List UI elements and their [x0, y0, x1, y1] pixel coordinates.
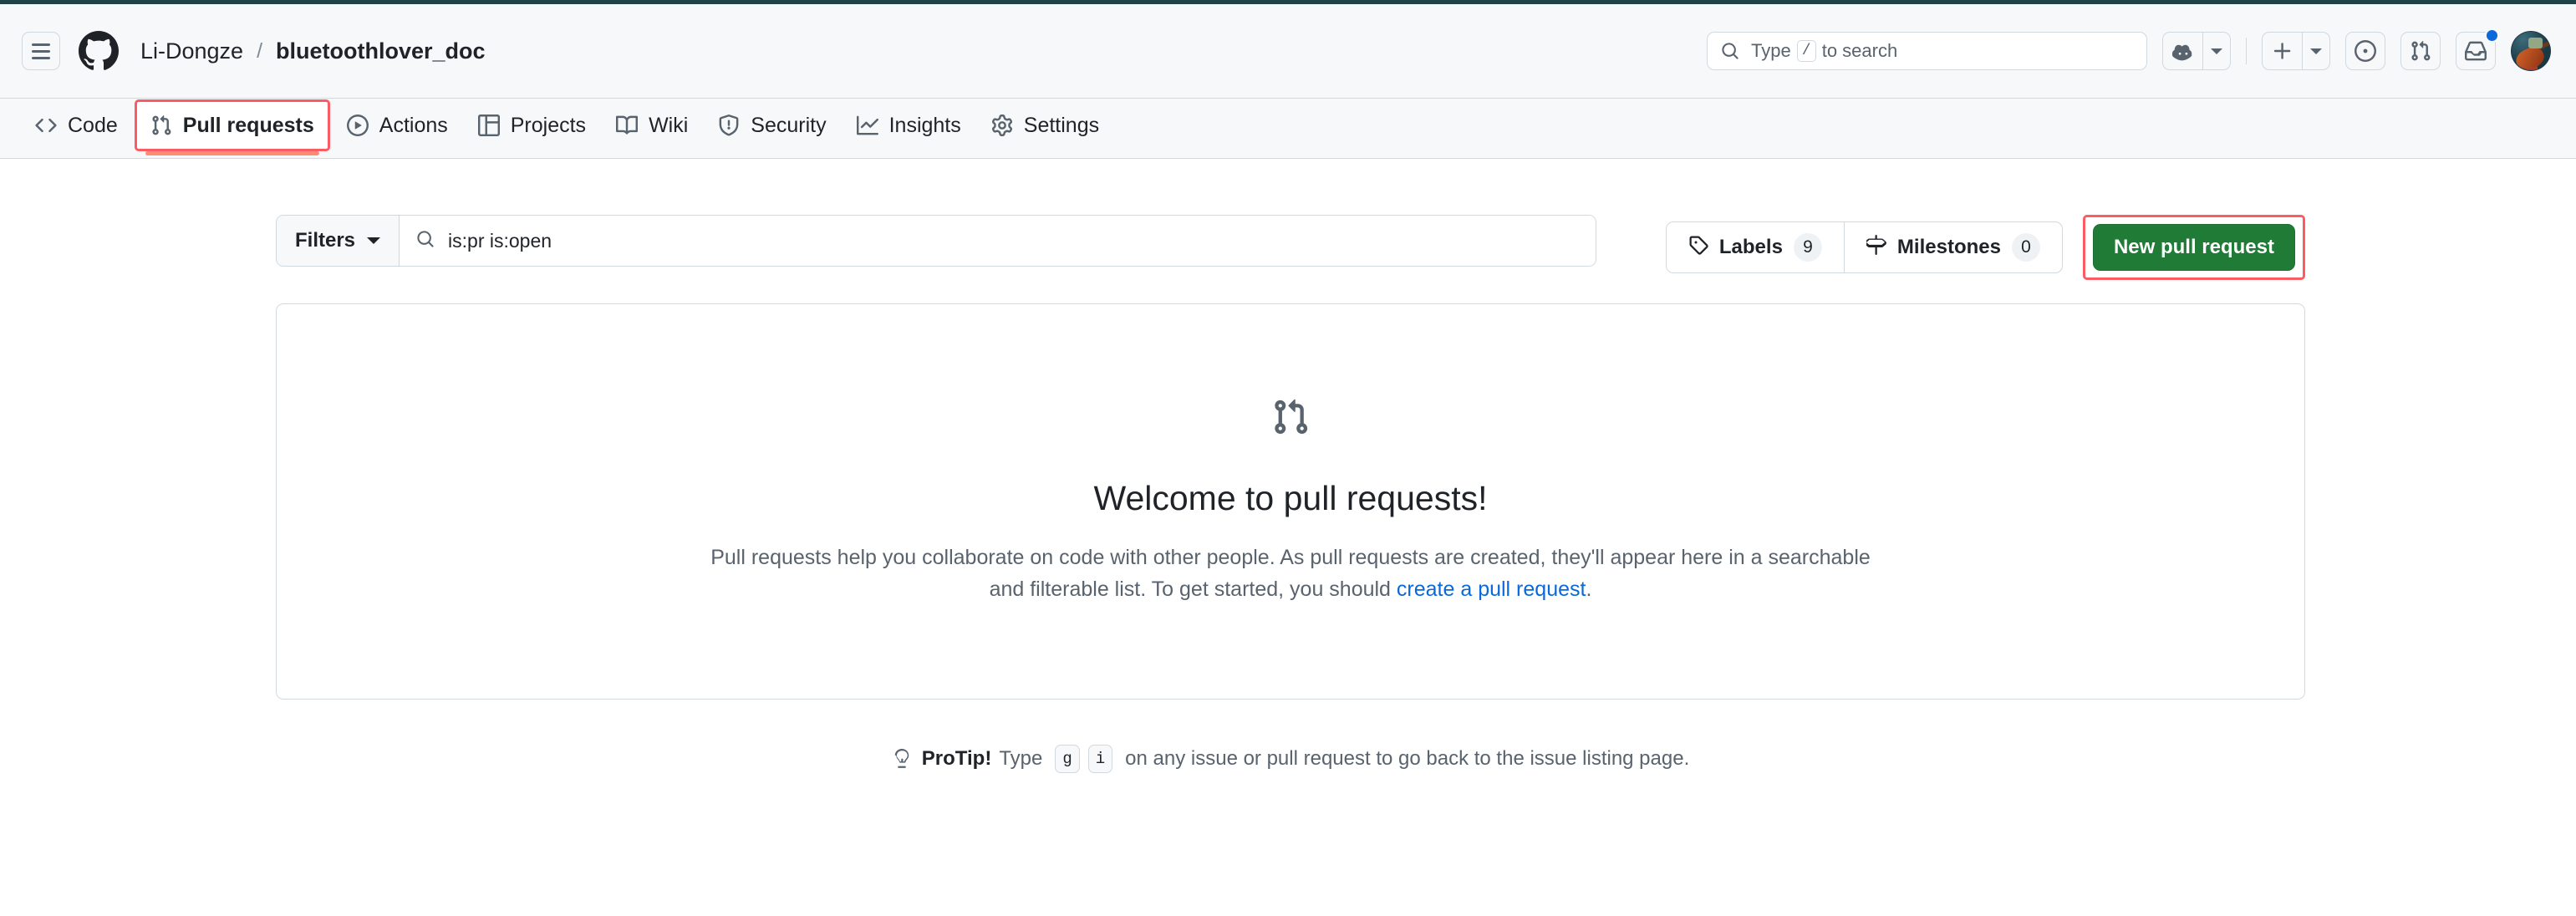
breadcrumb-repo[interactable]: bluetoothlover_doc [276, 38, 486, 64]
tab-security[interactable]: Security [705, 99, 839, 152]
git-pull-request-icon [150, 114, 172, 136]
repository-nav: Code Pull requests Actions Projects Wiki… [0, 99, 2576, 159]
protip-text-before: Type [999, 747, 1043, 770]
global-search-button[interactable]: Type / to search [1707, 32, 2147, 70]
search-hint-suffix: to search [1821, 40, 1898, 61]
lightbulb-icon [892, 749, 912, 769]
caret-shape [2310, 48, 2322, 54]
caret-shape [2211, 48, 2222, 54]
labels-label: Labels [1718, 236, 1783, 258]
protip-text-after: on any issue or pull request to go back … [1125, 747, 1690, 770]
hamburger-line [32, 43, 50, 46]
chevron-down-icon[interactable] [2302, 32, 2330, 70]
issue-opened-icon[interactable] [2345, 32, 2385, 70]
tab-label: Security [751, 113, 827, 137]
pull-requests-container: Filters Labels [276, 215, 2305, 773]
breadcrumb-separator: / [257, 38, 263, 63]
tab-actions[interactable]: Actions [333, 99, 461, 152]
header-divider [2246, 38, 2247, 64]
milestones-button[interactable]: Milestones 0 [1843, 222, 2062, 272]
tab-projects[interactable]: Projects [465, 99, 599, 152]
toolbar-right-actions: Labels 9 Milestones 0 New pull request [1665, 215, 2305, 280]
play-icon [346, 114, 369, 136]
blank-slate-title: Welcome to pull requests! [1093, 479, 1488, 517]
header-actions: Type / to search [1707, 28, 2554, 71]
tab-label: Projects [510, 113, 587, 137]
shield-icon [718, 114, 740, 136]
gear-icon [991, 114, 1013, 136]
tab-settings[interactable]: Settings [978, 99, 1112, 152]
tab-label: Actions [379, 113, 448, 137]
protip-key-g: g [1055, 745, 1080, 773]
create-pull-request-link[interactable]: create a pull request [1397, 578, 1586, 601]
milestones-count: 0 [2011, 233, 2040, 262]
copilot-split-button [2162, 32, 2231, 70]
graph-icon [856, 114, 878, 136]
code-icon [35, 114, 57, 136]
filters-dropdown-button[interactable]: Filters [277, 216, 400, 266]
tab-label: Wiki [649, 113, 689, 137]
new-pull-request-annotation: New pull request [2082, 215, 2305, 280]
copilot-icon[interactable] [2162, 32, 2202, 70]
chevron-down-icon [367, 237, 381, 244]
filters-label: Filters [295, 229, 356, 252]
milestones-label: Milestones [1896, 236, 2001, 258]
notification-indicator-dot [2485, 28, 2499, 43]
hamburger-line [32, 49, 50, 53]
milestone-icon [1864, 234, 1886, 261]
chevron-down-icon[interactable] [2202, 32, 2231, 70]
search-hint-prefix: Type [1751, 40, 1791, 61]
filter-search-group: Filters [276, 215, 1596, 267]
blank-slate-description: Pull requests help you collaborate on co… [697, 542, 1884, 605]
protip: ProTip! Type g i on any issue or pull re… [276, 745, 2305, 773]
github-logo-icon[interactable] [79, 31, 119, 71]
notifications-inbox-icon[interactable] [2456, 28, 2499, 70]
labels-milestones-group: Labels 9 Milestones 0 [1665, 221, 2063, 273]
protip-strong: ProTip! [921, 747, 992, 770]
tab-label: Insights [888, 113, 961, 137]
labels-count: 9 [1793, 233, 1822, 262]
page-body: Filters Labels [0, 160, 2576, 916]
table-icon [477, 114, 500, 136]
avatar[interactable] [2511, 31, 2551, 71]
blank-slate-panel: Welcome to pull requests! Pull requests … [276, 303, 2305, 700]
tab-insights[interactable]: Insights [843, 99, 975, 152]
blank-slate-description-part2: . [1586, 578, 1592, 601]
search-hint: Type / to search [1751, 40, 1897, 62]
git-pull-request-icon [1271, 398, 1310, 440]
tag-icon [1688, 235, 1708, 261]
search-input[interactable] [448, 229, 1579, 252]
global-header: Li-Dongze / bluetoothlover_doc Type / to… [0, 4, 2576, 99]
blank-slate-description-part1: Pull requests help you collaborate on co… [710, 546, 1871, 601]
tab-pull-requests[interactable]: Pull requests [134, 99, 330, 155]
search-slash-key: / [1796, 40, 1816, 62]
breadcrumb: Li-Dongze / bluetoothlover_doc [140, 38, 486, 64]
labels-button[interactable]: Labels 9 [1667, 222, 1844, 272]
search-icon [1721, 42, 1739, 60]
active-tab-underline [145, 151, 319, 155]
tab-code[interactable]: Code [22, 99, 131, 152]
book-icon [616, 114, 639, 136]
search-input-wrapper[interactable] [400, 216, 1596, 266]
tab-label: Code [68, 113, 118, 137]
new-pull-request-button[interactable]: New pull request [2092, 224, 2295, 271]
protip-key-i: i [1087, 745, 1113, 773]
breadcrumb-owner[interactable]: Li-Dongze [140, 38, 243, 64]
tab-label: Pull requests [182, 113, 314, 137]
git-pull-request-icon[interactable] [2400, 32, 2441, 70]
create-new-split-button [2262, 32, 2330, 70]
tab-wiki[interactable]: Wiki [603, 99, 701, 152]
hamburger-menu-button[interactable] [22, 32, 60, 70]
plus-icon[interactable] [2262, 32, 2302, 70]
tab-label: Settings [1023, 113, 1100, 137]
toolbar-row: Filters Labels [276, 215, 2305, 280]
search-icon [416, 230, 435, 252]
hamburger-line [32, 56, 50, 59]
avatar-head [2528, 38, 2543, 48]
